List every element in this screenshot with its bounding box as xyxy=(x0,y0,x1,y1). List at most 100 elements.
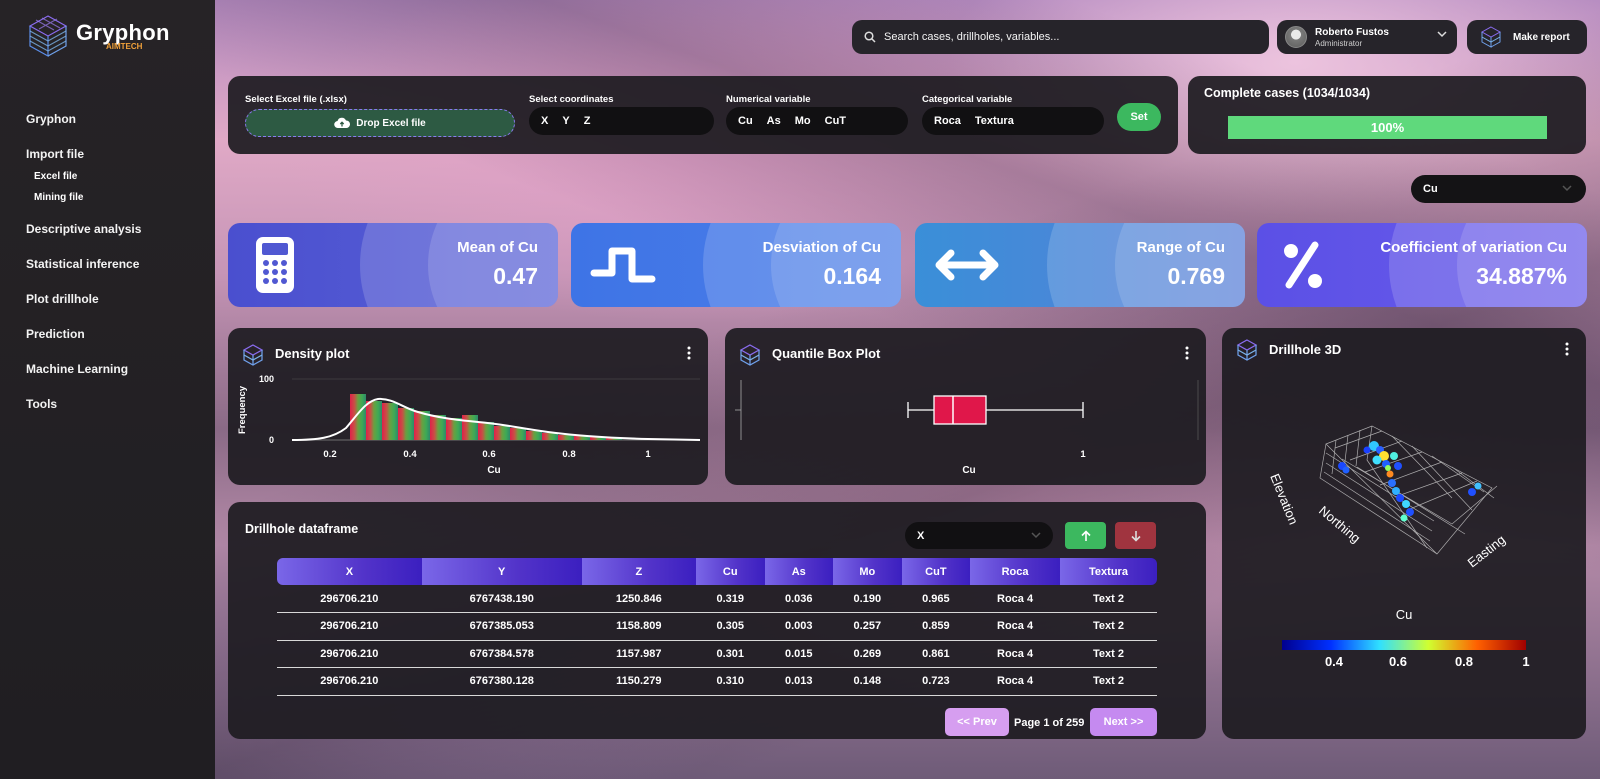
dataframe-table: X Y Z Cu As Mo CuT Roca Textura 296706.2… xyxy=(277,558,1157,696)
num-chip-mo[interactable]: Mo xyxy=(789,115,817,127)
prev-page-button[interactable]: << Prev xyxy=(945,708,1009,736)
table-cell: 0.301 xyxy=(695,640,765,668)
num-chip-cu[interactable]: Cu xyxy=(732,115,759,127)
num-chip-as[interactable]: As xyxy=(761,115,787,127)
drop-excel-zone[interactable]: Drop Excel file xyxy=(245,109,515,137)
user-menu[interactable]: Roberto Fustos Administrator xyxy=(1277,20,1457,54)
table-cell: Text 2 xyxy=(1059,612,1157,641)
histogram-bar xyxy=(526,431,542,440)
column-header[interactable]: As xyxy=(764,558,834,585)
table-row: 296706.210 6767385.053 1158.809 0.305 0.… xyxy=(277,612,1157,641)
table-row: 296706.210 6767384.578 1157.987 0.301 0.… xyxy=(277,640,1157,668)
x-axis-label: Cu xyxy=(962,465,975,476)
table-cell: Roca 4 xyxy=(970,667,1060,696)
cat-chip-textura[interactable]: Textura xyxy=(969,115,1020,127)
search-bar[interactable] xyxy=(852,20,1269,54)
density-chart: 100 0 Frequency 0.2 0.4 0.6 0.8 1 Cu xyxy=(237,374,701,476)
sidebar-subitem-excel-file[interactable]: Excel file xyxy=(34,170,141,191)
sidebar-nav: Gryphon Import file Excel file Mining fi… xyxy=(26,109,141,429)
sidebar-item-gryphon[interactable]: Gryphon xyxy=(26,109,141,144)
sidebar-subitem-mining-file[interactable]: Mining file xyxy=(34,191,141,219)
colorbar-tick: 1 xyxy=(1522,654,1529,669)
sort-column-select[interactable]: X xyxy=(905,522,1053,549)
y-axis-label: Frequency xyxy=(237,385,248,434)
set-button[interactable]: Set xyxy=(1117,103,1161,131)
table-cell: 0.859 xyxy=(901,612,971,641)
histogram-bar xyxy=(478,422,494,440)
x-axis-label: Cu xyxy=(487,465,500,476)
categorical-variable-select[interactable]: Roca Textura xyxy=(922,107,1104,135)
cat-chip-roca[interactable]: Roca xyxy=(928,115,967,127)
column-header[interactable]: Cu xyxy=(695,558,765,585)
table-cell: Roca 4 xyxy=(970,640,1060,668)
table-cell: 1158.809 xyxy=(581,612,696,641)
table-cell: 0.269 xyxy=(833,640,902,668)
column-header[interactable]: Y xyxy=(421,558,582,585)
box-iqr xyxy=(933,395,987,425)
wave-icon xyxy=(590,247,656,283)
coord-chip-z[interactable]: Z xyxy=(578,115,597,127)
table-cell: 0.257 xyxy=(833,612,902,641)
table-cell: 0.310 xyxy=(695,667,765,696)
drillhole-points xyxy=(1338,441,1482,522)
complete-cases-panel: Complete cases (1034/1034) 100% xyxy=(1188,76,1586,154)
variable-select[interactable]: Cu xyxy=(1411,175,1586,203)
column-header[interactable]: Textura xyxy=(1059,558,1157,585)
chevron-down-icon[interactable] xyxy=(1437,30,1447,38)
colorbar xyxy=(1282,640,1526,650)
histogram-bar xyxy=(462,415,478,440)
x-tick-label: 1 xyxy=(645,449,651,460)
sidebar-item-statistical-inference[interactable]: Statistical inference xyxy=(26,254,141,289)
table-cell: 296706.210 xyxy=(277,612,422,641)
table-cell: 0.305 xyxy=(695,612,765,641)
coord-chip-x[interactable]: X xyxy=(535,115,554,127)
histogram-bar xyxy=(494,426,510,440)
search-icon xyxy=(864,31,876,43)
stat-card-deviation: Desviation of Cu 0.164 xyxy=(571,223,901,307)
density-plot-card: Density plot 100 0 Frequency 0.2 0.4 0.6… xyxy=(228,328,708,485)
sidebar-item-machine-learning[interactable]: Machine Learning xyxy=(26,359,141,394)
x-tick-label: 0.4 xyxy=(403,449,417,460)
table-cell: Roca 4 xyxy=(970,585,1060,613)
coord-chip-y[interactable]: Y xyxy=(556,115,575,127)
app-logo[interactable]: Gryphon AIMTECH xyxy=(24,12,170,60)
search-input[interactable] xyxy=(884,31,1244,43)
histogram-bar xyxy=(510,428,526,440)
table-cell: 0.013 xyxy=(764,667,834,696)
sidebar-item-descriptive-analysis[interactable]: Descriptive analysis xyxy=(26,219,141,254)
column-header[interactable]: CuT xyxy=(901,558,971,585)
drillhole-3d-card: Drillhole 3D Elevation Northing Easting … xyxy=(1222,328,1586,739)
table-cell: 6767380.128 xyxy=(421,667,582,696)
drillhole-3d-plot[interactable]: Elevation Northing Easting Cu 0.4 0.6 0.… xyxy=(1222,328,1586,739)
sort-ascending-button[interactable] xyxy=(1065,522,1106,549)
table-cell: 0.003 xyxy=(764,612,834,641)
next-page-button[interactable]: Next >> xyxy=(1090,708,1157,736)
column-header[interactable]: Roca xyxy=(970,558,1060,585)
column-header[interactable]: X xyxy=(277,558,422,585)
sidebar-item-import-file[interactable]: Import file xyxy=(26,144,141,170)
sort-descending-button[interactable] xyxy=(1115,522,1156,549)
num-chip-cut[interactable]: CuT xyxy=(819,115,852,127)
dataframe-title: Drillhole dataframe xyxy=(245,522,359,536)
table-cell: 0.861 xyxy=(901,640,971,668)
colorbar-title: Cu xyxy=(1396,607,1413,622)
numerical-variable-select[interactable]: Cu As Mo CuT xyxy=(726,107,908,135)
make-report-button[interactable]: Make report xyxy=(1467,20,1587,54)
coordinates-select[interactable]: X Y Z xyxy=(529,107,714,135)
histogram-bar xyxy=(398,408,414,440)
sidebar-item-prediction[interactable]: Prediction xyxy=(26,324,141,359)
colorbar-tick: 0.4 xyxy=(1325,654,1344,669)
import-controls-panel: Select Excel file (.xlsx) Drop Excel fil… xyxy=(228,76,1178,154)
table-cell: 6767438.190 xyxy=(421,585,582,613)
sidebar-item-tools[interactable]: Tools xyxy=(26,394,141,429)
column-header[interactable]: Mo xyxy=(833,558,902,585)
app-name: Gryphon xyxy=(76,19,170,45)
table-cell: Text 2 xyxy=(1059,585,1157,613)
column-header[interactable]: Z xyxy=(581,558,696,585)
axis-label-northing: Northing xyxy=(1316,503,1363,546)
x-tick-label: 0.8 xyxy=(562,449,575,460)
box-plot-card: Quantile Box Plot 1 Cu xyxy=(725,328,1206,485)
calculator-icon xyxy=(256,237,294,293)
table-cell: 296706.210 xyxy=(277,667,422,696)
sidebar-item-plot-drillhole[interactable]: Plot drillhole xyxy=(26,289,141,324)
